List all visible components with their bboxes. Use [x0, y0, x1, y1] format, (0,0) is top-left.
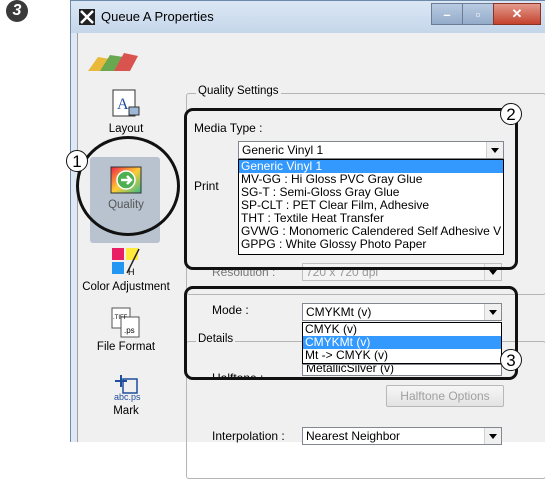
title-bar[interactable]: Queue A Properties – ▫ ✕ [71, 1, 545, 33]
maximize-icon: ▫ [475, 6, 481, 22]
minimize-button[interactable]: – [431, 3, 463, 25]
sidebar-item-file-format[interactable]: .TIFF .ps File Format [78, 305, 174, 354]
media-type-highlight-box [184, 108, 518, 270]
svg-text:abc.ps: abc.ps [114, 392, 141, 402]
mode-highlight-box [184, 286, 518, 380]
quality-settings-label: Quality Settings [196, 85, 281, 97]
interpolation-select[interactable]: Nearest Neighbor [302, 427, 502, 445]
svg-text:A: A [117, 96, 129, 113]
sidebar-item-color-adjustment[interactable]: H Color Adjustment [78, 245, 174, 294]
sidebar-item-label: Color Adjustment [82, 281, 170, 293]
interpolation-label: Interpolation : [212, 429, 285, 443]
app-icon [79, 9, 95, 25]
sidebar-item-label: Layout [108, 123, 144, 135]
sidebar-item-mark[interactable]: abc.ps Mark [78, 369, 174, 418]
callout-3: 3 [500, 349, 522, 371]
brand-banner-icon [88, 53, 138, 71]
maximize-button[interactable]: ▫ [462, 3, 494, 25]
step-number-badge: 3 [6, 0, 28, 22]
minimize-icon: – [443, 6, 451, 22]
svg-text:.TIFF: .TIFF [113, 315, 128, 321]
callout-1: 1 [66, 150, 88, 172]
quality-highlight-ring [76, 136, 180, 236]
close-icon: ✕ [511, 6, 523, 21]
color-adjustment-icon: H [112, 248, 140, 277]
mark-icon: abc.ps [114, 375, 141, 402]
sidebar-item-label: Mark [113, 405, 139, 417]
file-format-icon: .TIFF .ps [111, 307, 140, 338]
category-sidebar: A Layout Quality H Color Adjustment .TIF… [78, 79, 174, 442]
halftone-options-button[interactable]: Halftone Options [386, 385, 504, 407]
svg-text:.ps: .ps [124, 326, 135, 335]
layout-icon: A [112, 89, 140, 117]
close-button[interactable]: ✕ [493, 3, 541, 25]
sidebar-item-label: File Format [96, 341, 156, 353]
sidebar-item-layout[interactable]: A Layout [78, 87, 174, 136]
callout-2: 2 [500, 103, 522, 125]
svg-text:H: H [128, 267, 135, 277]
window-title: Queue A Properties [101, 9, 214, 24]
